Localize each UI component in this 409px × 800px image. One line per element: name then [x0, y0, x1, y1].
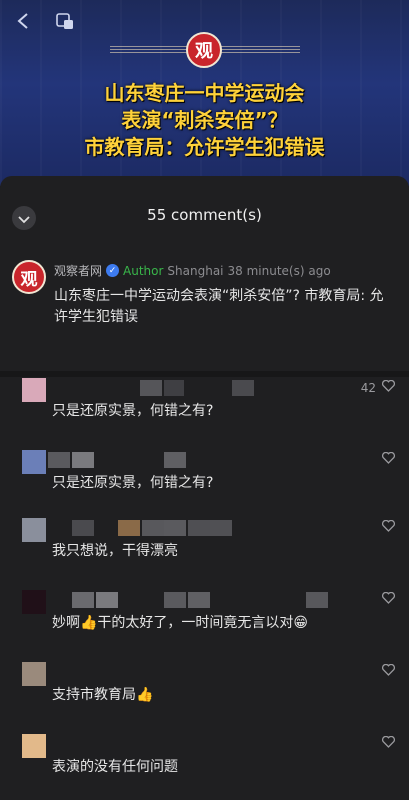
avatar[interactable]: [22, 734, 46, 758]
comment-item[interactable]: 只是还原实景，何错之有?: [0, 450, 409, 522]
comment-item[interactable]: 支持市教育局👍: [0, 662, 409, 734]
divider: [0, 371, 409, 377]
blurred-username: [306, 592, 328, 608]
headline-line-3: 市教育局：允许学生犯错误: [84, 135, 325, 159]
avatar[interactable]: [22, 450, 46, 474]
blurred-username: [210, 520, 232, 536]
headline-line-1: 山东枣庄一中学运动会: [104, 81, 305, 105]
author-time: 38 minute(s) ago: [227, 263, 331, 278]
heart-icon: [381, 591, 396, 608]
author-post-text: 山东枣庄一中学运动会表演“刺杀安倍”? 市教育局: 允许学生犯错误: [54, 288, 384, 325]
blurred-username: [142, 520, 164, 536]
blurred-username: [118, 520, 140, 536]
blurred-username: [164, 452, 186, 468]
video-headline: 山东枣庄一中学运动会 表演“刺杀安倍”？ 市教育局：允许学生犯错误: [0, 80, 409, 161]
headline-line-2: 表演“刺杀安倍”？: [121, 108, 288, 132]
avatar[interactable]: [22, 662, 46, 686]
blurred-username: [96, 592, 118, 608]
blurred-username: [164, 520, 186, 536]
comment-text: 我只想说，干得漂亮: [52, 543, 178, 559]
like-button[interactable]: [376, 591, 396, 608]
blurred-username: [164, 380, 184, 396]
author-name[interactable]: 观察者网: [54, 262, 102, 279]
comments-sheet: 55 comment(s) 观 观察者网 ✓ Author Shanghai 3…: [0, 176, 409, 800]
author-avatar[interactable]: 观: [12, 260, 46, 294]
like-count: 42: [360, 381, 376, 395]
top-bar: [10, 8, 78, 34]
comment-item[interactable]: 只是还原实景，何错之有? 42: [0, 378, 409, 450]
like-button[interactable]: [376, 451, 396, 468]
verified-icon: ✓: [106, 264, 120, 277]
author-meta-line: 观察者网 ✓ Author Shanghai 38 minute(s) ago: [54, 262, 331, 279]
comment-text: 只是还原实景，何错之有?: [52, 475, 214, 491]
comment-item[interactable]: 表演的没有任何问题: [0, 734, 409, 800]
author-location: Shanghai: [167, 263, 224, 278]
picture-in-picture-icon[interactable]: [52, 8, 78, 34]
author-tag: Author: [123, 263, 164, 278]
heart-icon: [381, 519, 396, 536]
avatar[interactable]: [22, 590, 46, 614]
blurred-username: [72, 520, 94, 536]
heart-icon: [381, 379, 396, 396]
comment-text: 支持市教育局👍: [52, 687, 154, 703]
blurred-username: [72, 592, 94, 608]
comment-text: 表演的没有任何问题: [52, 759, 178, 775]
blurred-username: [48, 452, 70, 468]
comment-item[interactable]: 妙啊👍干的太好了，一时间竟无言以对😁: [0, 590, 409, 662]
heart-icon: [381, 735, 396, 752]
like-button[interactable]: 42: [360, 379, 396, 396]
channel-logo: 观: [186, 32, 222, 68]
back-icon[interactable]: [10, 8, 36, 34]
comment-count-title: 55 comment(s): [147, 206, 262, 224]
heart-icon: [381, 663, 396, 680]
like-button[interactable]: [376, 519, 396, 536]
comment-item[interactable]: 我只想说，干得漂亮: [0, 518, 409, 590]
blurred-username: [232, 380, 254, 396]
blurred-username: [188, 520, 210, 536]
blurred-username: [164, 592, 186, 608]
avatar[interactable]: [22, 378, 46, 402]
blurred-username: [140, 380, 162, 396]
blurred-username: [188, 592, 210, 608]
comment-text: 只是还原实景，何错之有?: [52, 403, 214, 419]
comment-text: 妙啊👍干的太好了，一时间竟无言以对😁: [52, 615, 309, 631]
sheet-header: 55 comment(s): [0, 176, 409, 254]
avatar[interactable]: [22, 518, 46, 542]
blurred-username: [72, 452, 94, 468]
like-button[interactable]: [376, 735, 396, 752]
heart-icon: [381, 451, 396, 468]
like-button[interactable]: [376, 663, 396, 680]
video-player[interactable]: 观 山东枣庄一中学运动会 表演“刺杀安倍”？ 市教育局：允许学生犯错误: [0, 0, 409, 186]
